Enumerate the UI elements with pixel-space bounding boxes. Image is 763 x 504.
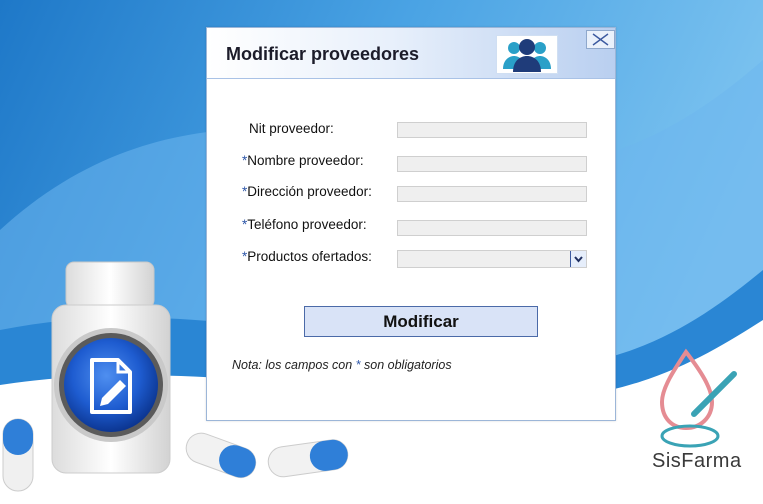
users-icon xyxy=(496,35,558,74)
name-label: *Nombre proveedor: xyxy=(242,153,364,168)
modify-button[interactable]: Modificar xyxy=(304,306,538,337)
chevron-down-icon xyxy=(574,256,583,263)
products-select-value xyxy=(398,256,401,269)
products-label-text: Productos ofertados: xyxy=(247,249,372,264)
nit-label-text: Nit proveedor: xyxy=(249,121,334,136)
address-label-text: Dirección proveedor: xyxy=(247,184,372,199)
close-icon xyxy=(592,33,609,46)
name-label-text: Nombre proveedor: xyxy=(247,153,364,168)
address-label: *Dirección proveedor: xyxy=(242,184,372,199)
phone-label-text: Teléfono proveedor: xyxy=(247,217,367,232)
nit-input[interactable] xyxy=(397,122,587,138)
products-select[interactable] xyxy=(397,250,587,268)
required-fields-note: Nota: los campos con * son obligatorios xyxy=(232,358,452,372)
modify-suppliers-dialog: Modificar proveedores Nit proveedor: *No… xyxy=(206,27,616,421)
phone-label: *Teléfono proveedor: xyxy=(242,217,367,232)
note-text-start: Nota: los campos con xyxy=(232,358,356,372)
dropdown-button[interactable] xyxy=(570,251,586,267)
name-input[interactable] xyxy=(397,156,587,172)
edit-document-icon xyxy=(54,328,168,442)
address-input[interactable] xyxy=(397,186,587,202)
close-button[interactable] xyxy=(586,30,615,49)
phone-input[interactable] xyxy=(397,220,587,236)
dialog-title-bar: Modificar proveedores xyxy=(207,28,615,79)
products-label: *Productos ofertados: xyxy=(242,249,372,264)
note-text-end: son obligatorios xyxy=(360,358,452,372)
sisfarma-logo-text: SisFarma xyxy=(652,450,742,472)
dialog-title: Modificar proveedores xyxy=(226,44,420,64)
nit-label: Nit proveedor: xyxy=(249,121,334,136)
